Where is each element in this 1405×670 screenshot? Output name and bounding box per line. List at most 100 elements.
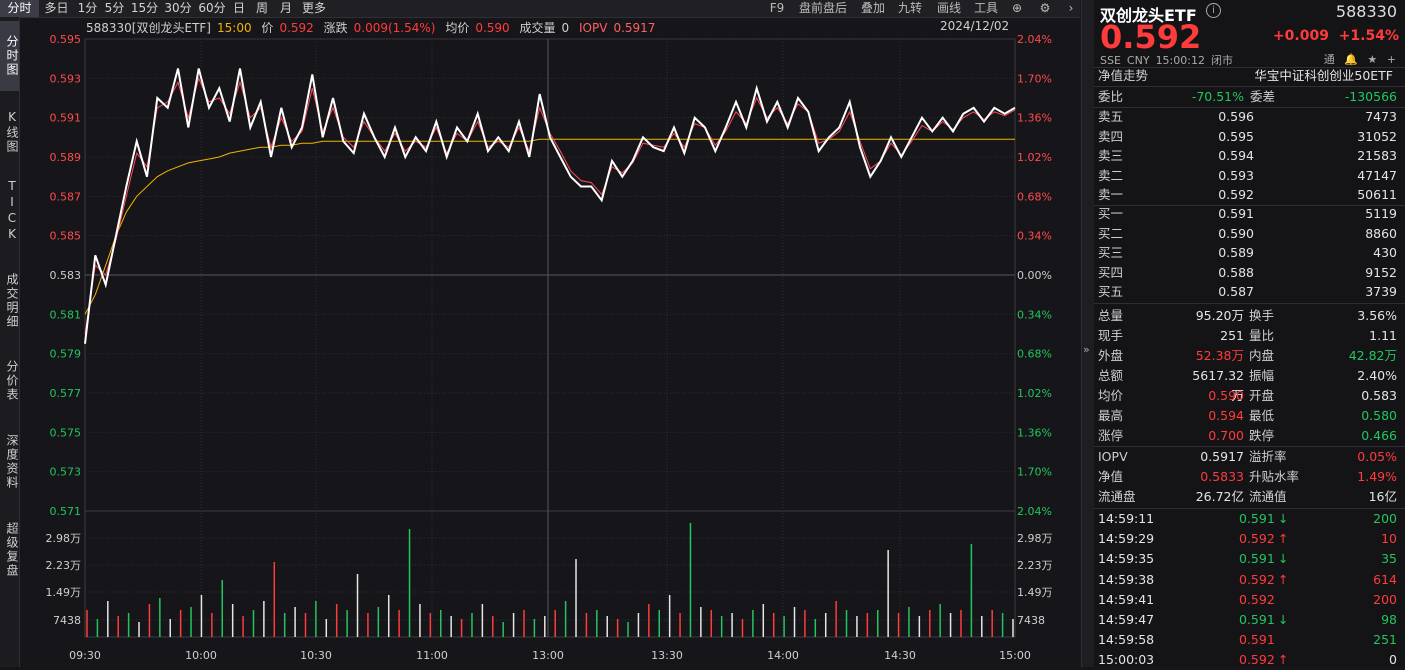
stat-row: 涨停 0.700 跌停 0.466: [1094, 426, 1405, 446]
nav-row[interactable]: 净值走势 华宝中证科创创业50ETF: [1094, 66, 1405, 86]
bid-price: 0.589: [1218, 245, 1254, 260]
toolbar-item-4[interactable]: 画线: [932, 0, 966, 17]
tick-time: 14:59:58: [1098, 632, 1155, 648]
diff-label: 委差: [1250, 89, 1276, 104]
pct-tick-label: 1.36%: [1017, 426, 1052, 439]
fund-value-2: 16亿: [1368, 489, 1397, 504]
ask-price: 0.595: [1218, 128, 1254, 144]
bid-price: 0.591: [1218, 206, 1254, 221]
stat-label-2: 量比: [1249, 328, 1275, 343]
bid-level-label: 买一: [1098, 206, 1124, 221]
stat-value: 0.700: [1208, 428, 1244, 443]
tick-price: 0.591: [1239, 632, 1275, 648]
tick-row: 14:59:11 0.591 ↓ 200: [1094, 509, 1405, 529]
pct-tick-label: 1.70%: [1017, 466, 1052, 479]
info-iopv-label: IOPV: [579, 21, 608, 35]
stat-value-2: 1.11: [1369, 328, 1397, 343]
bid-volume: 3739: [1365, 284, 1397, 299]
nav-item-2[interactable]: TICK: [0, 169, 19, 253]
tab-3[interactable]: 5分: [101, 0, 128, 17]
time-tick-label: 14:00: [767, 649, 799, 662]
info-icon[interactable]: i: [1206, 3, 1221, 18]
nav-item-3[interactable]: 成交明细: [0, 258, 19, 344]
tab-6[interactable]: 60分: [195, 0, 229, 17]
nav-item-4[interactable]: 分价表: [0, 347, 19, 415]
stat-label-2: 换手: [1249, 308, 1275, 323]
ask-row: 卖二 0.593 47147: [1094, 166, 1405, 186]
stat-row: 外盘 52.38万 内盘 42.82万: [1094, 346, 1405, 366]
toolbar-item-0[interactable]: F9: [764, 0, 790, 17]
tab-9[interactable]: 月: [275, 0, 297, 17]
tick-time: 14:59:11: [1098, 511, 1155, 526]
tab-7[interactable]: 日: [229, 0, 249, 17]
tab-1[interactable]: 多日: [39, 0, 74, 17]
chevron-right-icon[interactable]: ›: [1062, 0, 1080, 17]
price-tick-label: 0.591: [50, 112, 82, 125]
pct-tick-label: 1.02%: [1017, 387, 1052, 400]
panel-divider[interactable]: »: [1081, 0, 1095, 667]
fund-label-2: 流通值: [1249, 489, 1287, 504]
toolbar-item-5[interactable]: 工具: [970, 0, 1002, 17]
pct-tick-label: 0.00%: [1017, 269, 1052, 282]
ask-level-label: 卖四: [1098, 128, 1124, 144]
up-arrow-icon: ↑: [1278, 571, 1289, 587]
stat-value-2: 0.466: [1361, 428, 1397, 443]
pct-tick-label: 0.34%: [1017, 308, 1052, 321]
intraday-chart[interactable]: 0.595 2.04% 0.593 1.70% 0.591 1.36% 0.589 1.02%…: [20, 17, 1080, 667]
stat-label: 总额: [1098, 368, 1124, 383]
volume-tick-label-right: 2.98万: [1017, 532, 1053, 545]
nav-item-5[interactable]: 深度资料: [0, 420, 19, 504]
tick-time: 14:59:41: [1098, 591, 1155, 607]
tab-0[interactable]: 分时: [0, 0, 39, 17]
tick-row: 15:00:03 0.592 ↑ 0: [1094, 650, 1405, 670]
tick-volume: 10: [1381, 531, 1397, 547]
stat-label: 涨停: [1098, 428, 1124, 443]
info-iopv: 0.5917: [613, 21, 656, 35]
info-change: 0.009(1.54%): [353, 21, 436, 35]
collapse-arrow-icon[interactable]: »: [1083, 343, 1090, 356]
chart-info-line: 588330[双创龙头ETF] 15:00 价 0.592 涨跌 0.009(1.54…: [86, 19, 661, 36]
up-arrow-icon: ↑: [1278, 652, 1289, 668]
down-arrow-icon: ↓: [1278, 612, 1289, 627]
stat-row: 总量 95.20万 换手 3.56%: [1094, 306, 1405, 326]
gear-icon[interactable]: ⚙: [1036, 0, 1054, 17]
volume-tick-label-right: 1.49万: [1017, 586, 1053, 599]
nav-trend-link[interactable]: 净值走势: [1098, 66, 1148, 86]
series-line-2: [84, 138, 1015, 315]
chart-svg: 0.595 2.04% 0.593 1.70% 0.591 1.36% 0.589 1.02%…: [46, 33, 1053, 662]
ask-level-label: 卖五: [1098, 109, 1124, 124]
tab-2[interactable]: 1分: [74, 0, 101, 17]
chart-frame: [84, 38, 1016, 638]
fund-value: 0.5833: [1200, 469, 1244, 484]
toolbar-item-3[interactable]: 九转: [893, 0, 927, 17]
tick-row: 14:59:41 0.592 200: [1094, 590, 1405, 610]
pct-tick-label: 0.68%: [1017, 190, 1052, 203]
nav-item-6[interactable]: 超级复盘: [0, 508, 19, 592]
stat-value: 52.38万: [1195, 348, 1244, 363]
tick-time: 14:59:29: [1098, 531, 1155, 547]
nav-item-0[interactable]: 分时图: [0, 21, 19, 91]
time-tick-label: 15:00: [999, 649, 1031, 662]
fund-value-2: 1.49%: [1357, 469, 1397, 484]
ratio-label: 委比: [1098, 89, 1124, 104]
pct-tick-label: 1.70%: [1017, 72, 1052, 85]
ask-price: 0.593: [1218, 167, 1254, 183]
nav-item-1[interactable]: K线图: [0, 99, 19, 165]
toolbar-item-2[interactable]: 叠加: [857, 0, 889, 17]
info-change-label: 涨跌: [323, 21, 348, 35]
up-arrow-icon: ↑: [1278, 531, 1289, 547]
tab-5[interactable]: 30分: [161, 0, 195, 17]
tab-4[interactable]: 15分: [128, 0, 161, 17]
tick-volume: 200: [1373, 591, 1397, 607]
stat-label: 外盘: [1098, 348, 1124, 363]
toolbar-item-1[interactable]: 盘前盘后: [793, 0, 853, 17]
quick-action-icons[interactable]: 通 🔔 ★ +: [1324, 51, 1399, 67]
ask-level-label: 卖二: [1098, 167, 1124, 183]
tick-price: 0.591: [1239, 511, 1275, 526]
zoom-icon[interactable]: ⊕: [1008, 0, 1026, 17]
tab-8[interactable]: 周: [249, 0, 275, 17]
tab-10[interactable]: 更多: [297, 0, 331, 17]
fund-label: IOPV: [1098, 449, 1128, 464]
series-line-0: [84, 68, 1016, 344]
volume-tick-label: 2.98万: [46, 532, 82, 545]
